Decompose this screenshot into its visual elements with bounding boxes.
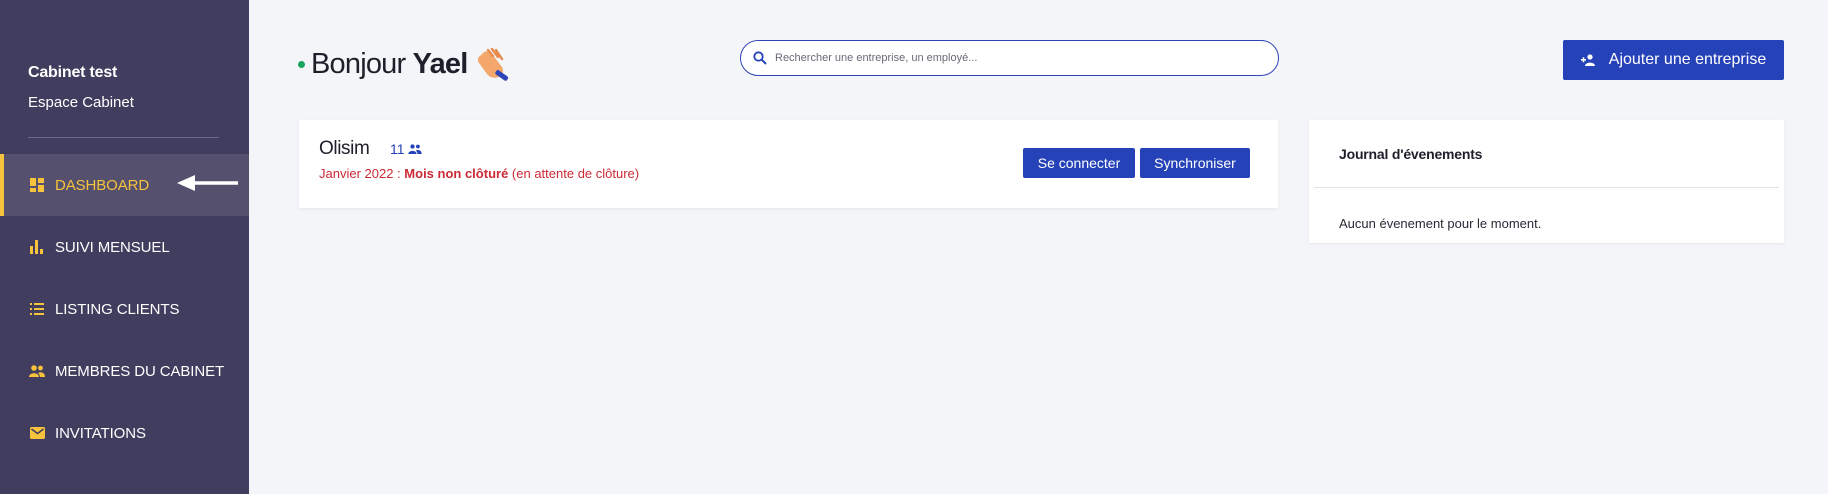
brand: Cabinet test Espace Cabinet <box>28 64 134 111</box>
company-card: Olisim 11 Janvier 2022 : Mois non clôtur… <box>299 120 1278 208</box>
list-icon <box>29 301 45 317</box>
brand-name: Cabinet test <box>28 64 118 81</box>
arrow-left-icon <box>177 175 238 191</box>
brand-subtitle: Espace Cabinet <box>28 94 134 111</box>
sidebar-item-membres-du-cabinet[interactable]: MEMBRES DU CABINET <box>0 340 249 402</box>
sidebar-item-suivi-mensuel[interactable]: SUIVI MENSUEL <box>0 216 249 278</box>
sidebar-item-invitations[interactable]: INVITATIONS <box>0 402 249 464</box>
search-bar[interactable] <box>740 40 1279 76</box>
closing-status: Janvier 2022 : Mois non clôturé (en atte… <box>319 166 639 181</box>
waving-hand-icon <box>478 47 509 81</box>
mail-icon <box>29 425 45 441</box>
user-name: Yael <box>412 47 469 80</box>
greeting: Bonjour Yael <box>298 47 513 81</box>
add-company-button[interactable]: Ajouter une entreprise <box>1563 40 1784 80</box>
sidebar-item-label: MEMBRES DU CABINET <box>55 362 225 380</box>
status-period: Janvier 2022 : <box>319 166 401 181</box>
greeting-prefix: Bonjour <box>311 47 406 80</box>
search-input[interactable] <box>773 51 1257 65</box>
employee-count-value: 11 <box>390 141 405 157</box>
employee-count: 11 <box>390 141 422 157</box>
sidebar-item-label: SUIVI MENSUEL <box>55 238 170 256</box>
sidebar-divider <box>28 137 219 138</box>
sidebar-item-label: DASHBOARD <box>55 176 150 194</box>
bar-chart-icon <box>29 239 45 255</box>
people-icon <box>407 144 422 154</box>
sidebar-item-label: INVITATIONS <box>55 424 146 442</box>
add-company-label: Ajouter une entreprise <box>1608 51 1767 68</box>
journal-empty-message: Aucun évenement pour le moment. <box>1339 216 1542 231</box>
status-label: Mois non clôturé <box>404 166 509 181</box>
sync-button[interactable]: Synchroniser <box>1140 148 1250 178</box>
sidebar: Cabinet test Espace Cabinet DASHBOARD SU… <box>0 0 249 494</box>
company-name: Olisim <box>319 138 370 159</box>
status-note: (en attente de clôture) <box>511 166 640 181</box>
add-people-icon <box>1580 54 1597 66</box>
page-title: Bonjour Yael <box>311 47 469 81</box>
people-icon <box>29 363 45 379</box>
sidebar-item-label: LISTING CLIENTS <box>55 300 180 318</box>
dashboard-icon <box>29 177 45 193</box>
online-status-dot <box>298 60 305 68</box>
journal-divider <box>1314 187 1779 188</box>
event-journal-card: Journal d'évenements Aucun évenement pou… <box>1309 120 1784 243</box>
connect-button[interactable]: Se connecter <box>1023 148 1135 178</box>
journal-title: Journal d'évenements <box>1339 146 1483 162</box>
search-icon <box>753 51 767 65</box>
sidebar-item-listing-clients[interactable]: LISTING CLIENTS <box>0 278 249 340</box>
